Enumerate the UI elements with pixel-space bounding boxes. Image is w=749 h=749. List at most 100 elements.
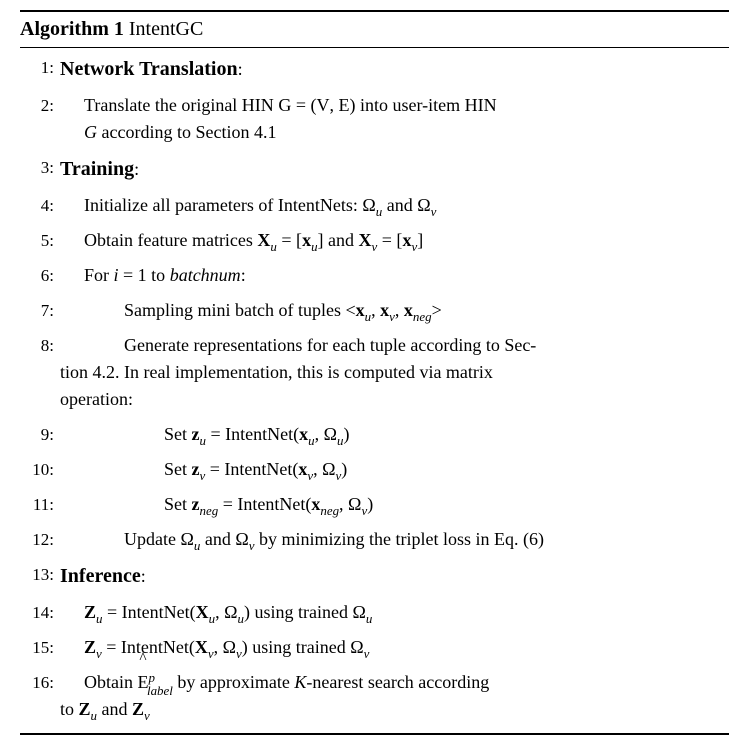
intentnet: = IntentNet( bbox=[205, 459, 298, 479]
line-number: 3: bbox=[20, 154, 54, 181]
X: X bbox=[359, 230, 372, 250]
line-content: Training: bbox=[60, 154, 729, 184]
line-content: Update Ωu and Ωv by minimizing the tripl… bbox=[60, 526, 729, 553]
sub-v: v bbox=[96, 646, 102, 661]
sub-v: v bbox=[208, 646, 214, 661]
sub-u: u bbox=[209, 611, 215, 626]
phase-heading: Inference bbox=[60, 565, 141, 587]
sub-v: v bbox=[411, 239, 417, 254]
line-number: 11: bbox=[20, 491, 54, 518]
intentnet: = IntentNet( bbox=[206, 424, 299, 444]
line-content: Sampling mini batch of tuples <xu, xv, x… bbox=[60, 297, 729, 324]
sub-v: v bbox=[431, 204, 437, 219]
continuation: G according to Section 4.1 bbox=[84, 119, 729, 146]
sub-u: u bbox=[194, 538, 200, 553]
text: Sampling mini batch of tuples < bbox=[124, 300, 356, 320]
X: X bbox=[195, 637, 208, 657]
sub-u: u bbox=[238, 611, 244, 626]
text: For bbox=[84, 265, 114, 285]
line-number: 6: bbox=[20, 262, 54, 289]
Z: Z bbox=[132, 699, 144, 719]
phase-heading: Training bbox=[60, 158, 134, 180]
com-omega: , Ω bbox=[315, 424, 337, 444]
text: by approximate bbox=[173, 672, 294, 692]
line-number: 1: bbox=[20, 54, 54, 81]
line-number: 8: bbox=[20, 332, 54, 359]
x: x bbox=[299, 424, 308, 444]
z: z bbox=[192, 424, 200, 444]
sub-v: v bbox=[307, 468, 313, 483]
x: x bbox=[380, 300, 389, 320]
continuation: tion 4.2. In real implementation, this i… bbox=[60, 359, 729, 386]
colon: : bbox=[141, 566, 146, 586]
comma: , bbox=[395, 300, 404, 320]
using: ) using trained Ω bbox=[244, 602, 366, 622]
text: = 1 to bbox=[119, 265, 170, 285]
sub-neg: neg bbox=[320, 503, 339, 518]
intentnet: = IntentNet( bbox=[103, 602, 196, 622]
continuation: operation: bbox=[60, 386, 729, 413]
rp: ) bbox=[343, 424, 349, 444]
sub-u: u bbox=[311, 239, 317, 254]
line-number: 4: bbox=[20, 192, 54, 219]
sub-u: u bbox=[91, 708, 97, 723]
algorithm-name: IntentGC bbox=[124, 18, 203, 40]
Z: Z bbox=[79, 699, 91, 719]
com-omega: , Ω bbox=[215, 602, 237, 622]
sub-v: v bbox=[336, 468, 342, 483]
x: x bbox=[404, 300, 413, 320]
text: to bbox=[60, 699, 79, 719]
text: operation: bbox=[60, 389, 133, 409]
rp: ) bbox=[341, 459, 347, 479]
sub-v: v bbox=[389, 309, 395, 324]
line-content: Zu = IntentNet(Xu, Ωu) using trained Ωu bbox=[60, 599, 729, 626]
algorithm-block: Algorithm 1 IntentGC 1: Network Translat… bbox=[0, 0, 749, 749]
batchnum: batchnum bbox=[170, 265, 241, 285]
line-content: Zv = IntentNet(Xv, Ωv) using trained Ωv bbox=[60, 634, 729, 661]
line-number: 13: bbox=[20, 561, 54, 588]
algorithm-label: Algorithm 1 bbox=[20, 18, 124, 40]
colon: : bbox=[241, 265, 246, 285]
line-number: 12: bbox=[20, 526, 54, 553]
gt: > bbox=[432, 300, 442, 320]
colon: : bbox=[134, 159, 139, 179]
line-number: 16: bbox=[20, 669, 54, 696]
sym-E-cal: E bbox=[338, 95, 349, 115]
text: Update Ω bbox=[124, 529, 194, 549]
line-content: Obtain feature matrices Xu = [xu] and Xv… bbox=[60, 227, 729, 254]
sym-G: G bbox=[84, 122, 97, 142]
phase-heading: Network Translation bbox=[60, 58, 238, 80]
line-number: 9: bbox=[20, 421, 54, 448]
line-number: 2: bbox=[20, 92, 54, 119]
rp: ) bbox=[367, 494, 373, 514]
line-content: Inference: bbox=[60, 561, 729, 591]
line-content: Set zneg = IntentNet(xneg, Ωv) bbox=[60, 491, 729, 518]
line-number: 7: bbox=[20, 297, 54, 324]
line-content: Generate representations for each tuple … bbox=[60, 332, 729, 413]
text: and bbox=[97, 699, 132, 719]
using: ) using trained Ω bbox=[242, 637, 364, 657]
line-content: Obtain ^ E plabel by approximate K-neare… bbox=[60, 669, 729, 723]
line-number: 5: bbox=[20, 227, 54, 254]
text: Obtain feature matrices bbox=[84, 230, 257, 250]
sub-v: v bbox=[200, 468, 206, 483]
intentnet: = IntentNet( bbox=[102, 637, 195, 657]
sub-u: u bbox=[337, 433, 343, 448]
line-number: 14: bbox=[20, 599, 54, 626]
text: according to Section 4.1 bbox=[97, 122, 276, 142]
sub-label: label bbox=[147, 683, 173, 698]
text: Set bbox=[164, 459, 192, 479]
text: -nearest search according bbox=[306, 672, 489, 692]
text: Translate the original HIN bbox=[84, 95, 278, 115]
text: Generate representations for each tuple … bbox=[124, 335, 536, 355]
x: x bbox=[311, 494, 320, 514]
eq-bracket: = [ bbox=[277, 230, 302, 250]
K: K bbox=[294, 672, 306, 692]
text: by minimizing the triplet loss in Eq. (6… bbox=[254, 529, 543, 549]
x: x bbox=[302, 230, 311, 250]
sub-u: u bbox=[308, 433, 314, 448]
sym-V-cal: V bbox=[316, 95, 329, 115]
sub-v: v bbox=[236, 646, 242, 661]
text: Initialize all parameters of IntentNets:… bbox=[84, 195, 376, 215]
X: X bbox=[196, 602, 209, 622]
